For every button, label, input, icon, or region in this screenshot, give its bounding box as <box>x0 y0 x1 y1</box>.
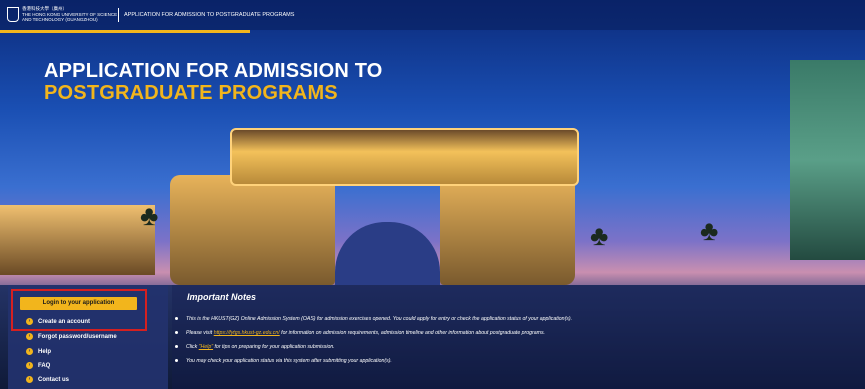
header-accent-line <box>0 30 250 33</box>
hero-title-line2: POSTGRADUATE PROGRAMS <box>44 82 338 104</box>
admissions-website-link[interactable]: https://fytgs.hkust-gz.edu.cn/ <box>214 330 280 336</box>
notes-title: Important Notes <box>187 292 257 302</box>
bullet-icon <box>175 359 178 363</box>
note-item: Click "Help" for tips on preparing for y… <box>175 344 335 350</box>
header-bar: 香港科技大學（廣州） THE HONG KONG UNIVERSITY OF S… <box>0 0 865 30</box>
header-app-title: APPLICATION FOR ADMISSION TO POSTGRADUAT… <box>124 12 295 18</box>
sidebar-item-label: FAQ <box>38 362 51 369</box>
sidebar-item-label: Create an account <box>38 318 91 325</box>
sidebar-item-create-account[interactable]: › Create an account <box>26 318 90 325</box>
important-notes-panel <box>172 285 865 389</box>
arrow-right-icon: › <box>26 318 33 325</box>
bullet-icon <box>175 331 178 335</box>
sidebar-item-label: Forgot password/username <box>38 333 117 340</box>
sidebar-item-label: Contact us <box>38 376 70 383</box>
main-building-right-wing <box>440 175 575 285</box>
tree-icon: ♣ <box>140 200 159 231</box>
university-name: 香港科技大學（廣州） THE HONG KONG UNIVERSITY OF S… <box>22 6 118 22</box>
campus-building-left <box>0 205 155 275</box>
university-logo-icon[interactable] <box>7 7 19 22</box>
arrow-right-icon: › <box>26 362 33 369</box>
bullet-icon <box>175 345 178 349</box>
main-building-left-wing <box>170 175 335 285</box>
bullet-icon <box>175 317 178 321</box>
sidebar-item-forgot-password[interactable]: › Forgot password/username <box>26 333 117 340</box>
arrow-right-icon: › <box>26 333 33 340</box>
tree-icon: ♣ <box>590 220 609 251</box>
hero-title-line1: APPLICATION FOR ADMISSION TO <box>44 60 383 82</box>
sidebar-item-faq[interactable]: › FAQ <box>26 362 50 369</box>
note-item: This is the HKUST(GZ) Online Admission S… <box>175 316 572 322</box>
note-item: You may check your application status vi… <box>175 358 392 364</box>
arrow-right-icon: › <box>26 348 33 355</box>
main-building-top-ring <box>230 128 579 186</box>
campus-building-right <box>790 60 865 260</box>
header-divider <box>118 8 119 22</box>
sidebar-item-help[interactable]: › Help <box>26 348 51 355</box>
note-item: Please visit https://fytgs.hkust-gz.edu.… <box>175 330 545 336</box>
tree-icon: ♣ <box>700 215 719 246</box>
arrow-right-icon: › <box>26 376 33 383</box>
sidebar-item-contact-us[interactable]: › Contact us <box>26 376 69 383</box>
sidebar-item-label: Help <box>38 348 52 355</box>
page: 香港科技大學（廣州） THE HONG KONG UNIVERSITY OF S… <box>0 0 865 389</box>
help-link[interactable]: "Help" <box>199 344 213 350</box>
main-building-arch <box>335 222 440 292</box>
